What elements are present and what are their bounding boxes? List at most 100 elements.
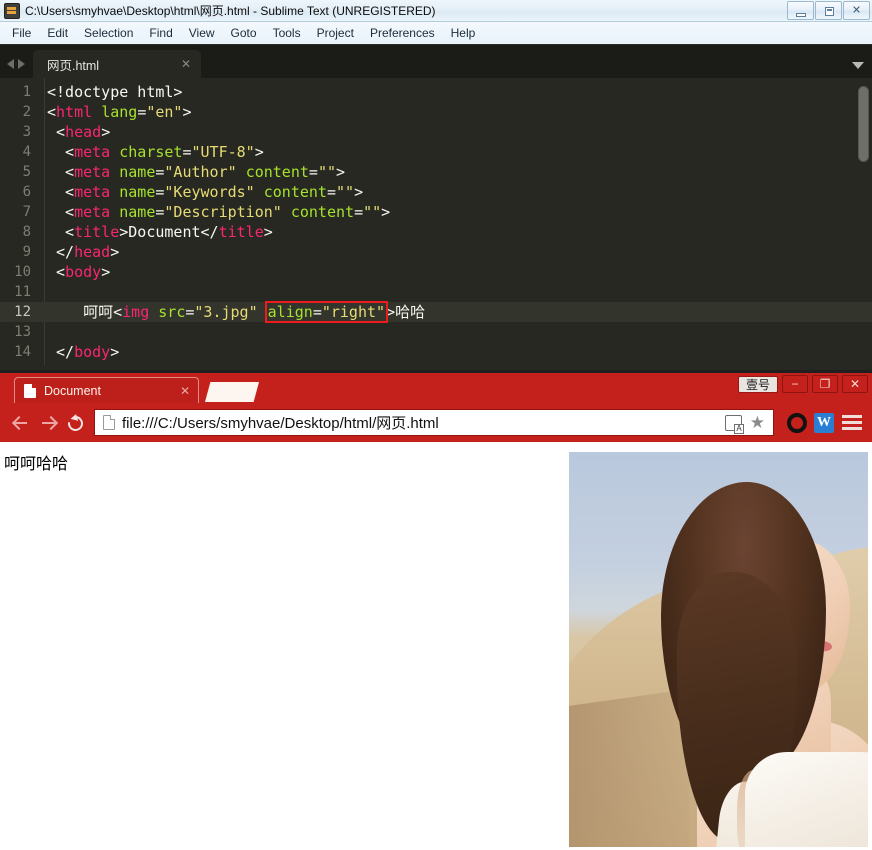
hamburger-menu-icon[interactable]	[842, 415, 862, 431]
code-line-9[interactable]: 9 </head>	[0, 242, 872, 262]
browser-minimize-button[interactable]: −	[782, 375, 808, 393]
line-number-5: 5	[22, 164, 31, 180]
close-icon: ✕	[849, 377, 861, 391]
line-number-7: 7	[22, 204, 31, 220]
code-line-6[interactable]: 6 <meta name="Keywords" content="">	[0, 182, 872, 202]
sublime-menu-bar: File Edit Selection Find View Goto Tools…	[0, 22, 872, 45]
minimize-button[interactable]	[787, 1, 814, 20]
code-text-13	[40, 322, 872, 342]
code-line-14[interactable]: 14 </body>	[0, 342, 872, 362]
menu-goto[interactable]: Goto	[223, 23, 265, 43]
chevron-down-icon[interactable]	[852, 62, 864, 69]
code-text-3: <head>	[47, 123, 111, 141]
page-viewport: 呵呵哈哈	[0, 442, 872, 847]
forward-arrow-icon[interactable]	[34, 409, 62, 437]
page-body-text: 呵呵哈哈	[4, 454, 69, 473]
code-text-1: <!doctype html>	[47, 83, 183, 101]
code-text-14: </body>	[47, 343, 120, 361]
line-number-2: 2	[22, 104, 31, 120]
line-number-13: 13	[14, 324, 31, 340]
annotation-highlight: align="right"	[264, 301, 389, 323]
code-line-8[interactable]: 8 <title>Document</title>	[0, 222, 872, 242]
address-bar[interactable]: file:///C:/Users/smyhvae/Desktop/html/网页…	[94, 409, 774, 436]
code-line-4[interactable]: 4 <meta charset="UTF-8">	[0, 142, 872, 162]
page-document-icon	[103, 415, 115, 430]
menu-edit[interactable]: Edit	[39, 23, 76, 43]
editor-scrollbar[interactable]	[858, 82, 869, 360]
line-number-11: 11	[14, 284, 31, 300]
menu-tools[interactable]: Tools	[265, 23, 309, 43]
browser-tab-document[interactable]: Document ✕	[14, 377, 199, 403]
line-number-1: 1	[22, 84, 31, 100]
translate-icon[interactable]	[724, 414, 744, 434]
code-line-7[interactable]: 7 <meta name="Description" content="">	[0, 202, 872, 222]
editor-tab-close-icon[interactable]: ✕	[153, 58, 191, 70]
line-number-10: 10	[14, 264, 31, 280]
menu-preferences[interactable]: Preferences	[362, 23, 443, 43]
tab-nav-arrows	[0, 59, 33, 78]
browser-window: Document ✕ 壹号 − ❐ ✕ file:///C:/Users/smy…	[0, 370, 872, 850]
page-icon	[24, 383, 36, 398]
window-title: C:\Users\smyhvae\Desktop\html\网页.html - …	[25, 4, 436, 18]
code-line-13[interactable]: 13	[0, 322, 872, 342]
next-tab-arrow-icon[interactable]	[18, 59, 25, 69]
line-number-6: 6	[22, 184, 31, 200]
maximize-icon: ❐	[819, 377, 831, 391]
browser-close-button[interactable]: ✕	[842, 375, 868, 393]
code-text-11	[40, 282, 872, 302]
reload-icon[interactable]	[62, 409, 90, 437]
code-text-9: </head>	[47, 243, 120, 261]
line-number-3: 3	[22, 124, 31, 140]
code-line-10[interactable]: 10 <body>	[0, 262, 872, 282]
bookmark-star-icon[interactable]: ★	[750, 414, 765, 431]
code-text-10: <body>	[47, 263, 111, 281]
line-number-8: 8	[22, 224, 31, 240]
line-number-9: 9	[22, 244, 31, 260]
code-line-1[interactable]: 1 <!doctype html>	[0, 82, 872, 102]
menu-selection[interactable]: Selection	[76, 23, 141, 43]
browser-toolbar: file:///C:/Users/smyhvae/Desktop/html/网页…	[0, 403, 872, 442]
code-lines-container: 1 <!doctype html> 2 <html lang="en"> 3 <head…	[0, 78, 872, 362]
window-controls: ✕	[786, 1, 870, 20]
browser-window-controls: 壹号 − ❐ ✕	[737, 375, 868, 393]
sublime-title-bar: C:\Users\smyhvae\Desktop\html\网页.html - …	[0, 0, 872, 22]
code-text-12: 呵呵<img src="3.jpg" align="right">哈哈	[47, 301, 426, 323]
menu-find[interactable]: Find	[141, 23, 180, 43]
line-number-12: 12	[14, 304, 31, 320]
back-arrow-icon[interactable]	[6, 409, 34, 437]
code-text-8: <title>Document</title>	[47, 223, 273, 241]
menu-help[interactable]: Help	[443, 23, 484, 43]
code-text-6: <meta name="Keywords" content="">	[47, 183, 364, 201]
editor-scrollbar-thumb[interactable]	[858, 86, 869, 162]
close-icon: ✕	[851, 4, 862, 16]
editor-tab-label: 网页.html	[47, 58, 100, 73]
code-line-2[interactable]: 2 <html lang="en">	[0, 102, 872, 122]
code-line-3[interactable]: 3 <head>	[0, 122, 872, 142]
editor-tab-webpage[interactable]: 网页.html ✕	[33, 50, 201, 78]
code-text-2: <html lang="en">	[47, 103, 192, 121]
code-editor[interactable]: 1 <!doctype html> 2 <html lang="en"> 3 <head…	[0, 78, 872, 365]
sublime-tab-bar: 网页.html ✕	[0, 45, 872, 78]
maximize-button[interactable]	[815, 1, 842, 20]
code-line-11[interactable]: 11	[0, 282, 872, 302]
line-number-4: 4	[22, 144, 31, 160]
close-button[interactable]: ✕	[843, 1, 870, 20]
w-extension-button[interactable]: W	[814, 412, 834, 433]
browser-maximize-button[interactable]: ❐	[812, 375, 838, 393]
account-badge[interactable]: 壹号	[737, 375, 778, 393]
url-text: file:///C:/Users/smyhvae/Desktop/html/网页…	[122, 415, 439, 432]
browser-tab-strip: Document ✕ 壹号 − ❐ ✕	[0, 373, 872, 403]
code-line-5[interactable]: 5 <meta name="Author" content="">	[0, 162, 872, 182]
menu-file[interactable]: File	[4, 23, 39, 43]
screen-root: C:\Users\smyhvae\Desktop\html\网页.html - …	[0, 0, 872, 850]
new-tab-icon[interactable]	[205, 382, 259, 402]
prev-tab-arrow-icon[interactable]	[7, 59, 14, 69]
menu-project[interactable]: Project	[309, 23, 362, 43]
browser-tab-label: Document	[44, 383, 101, 398]
minimize-icon: −	[791, 377, 799, 391]
code-line-12[interactable]: 12 呵呵<img src="3.jpg" align="right">哈哈	[0, 301, 872, 323]
menu-view[interactable]: View	[181, 23, 223, 43]
opera-o-extension-icon[interactable]	[787, 412, 807, 433]
code-text-7: <meta name="Description" content="">	[47, 203, 391, 221]
browser-tab-close-icon[interactable]: ✕	[180, 384, 190, 398]
